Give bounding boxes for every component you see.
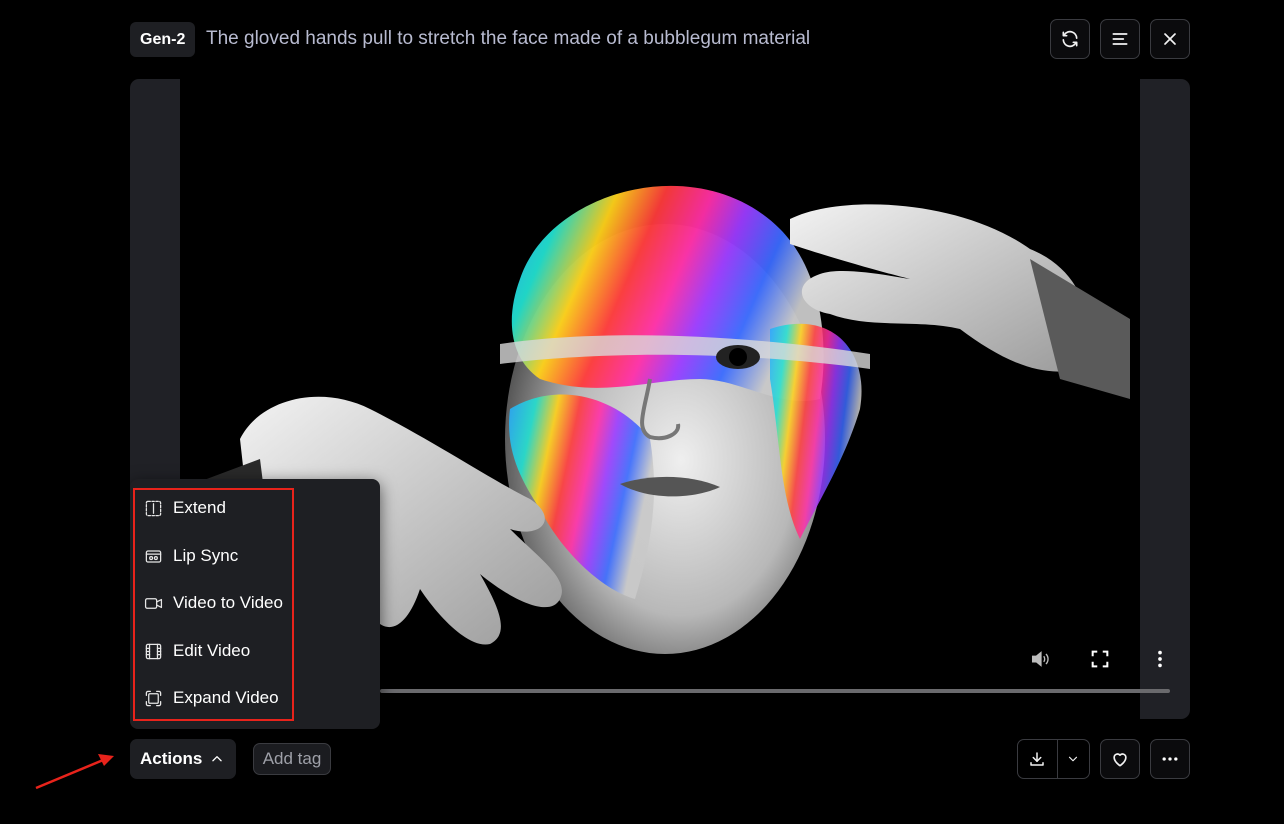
actions-button[interactable]: Actions bbox=[130, 739, 236, 779]
download-options-button[interactable] bbox=[1058, 740, 1089, 778]
download-button[interactable] bbox=[1018, 740, 1058, 778]
volume-icon bbox=[1031, 651, 1049, 667]
fullscreen-button[interactable] bbox=[1089, 648, 1111, 675]
fullscreen-icon bbox=[1091, 650, 1109, 668]
more-horizontal-icon bbox=[1162, 757, 1178, 761]
more-options-button[interactable] bbox=[1150, 739, 1190, 779]
add-tag-button[interactable]: Add tag bbox=[253, 743, 331, 775]
chevron-down-icon bbox=[1069, 756, 1078, 762]
chevron-up-icon bbox=[212, 756, 223, 762]
model-badge: Gen-2 bbox=[130, 22, 196, 57]
download-button-group bbox=[1017, 739, 1090, 779]
refresh-icon bbox=[1062, 30, 1078, 48]
actions-button-label: Actions bbox=[140, 749, 203, 768]
annotation-highlight-box bbox=[133, 488, 294, 721]
details-button[interactable] bbox=[1100, 19, 1140, 59]
more-vertical-icon bbox=[1158, 650, 1162, 668]
prompt-title: The gloved hands pull to stretch the fac… bbox=[206, 28, 811, 49]
align-left-icon bbox=[1112, 33, 1128, 45]
volume-button[interactable] bbox=[1029, 648, 1051, 675]
annotation-arrow-icon bbox=[35, 754, 114, 790]
close-icon bbox=[1164, 33, 1176, 45]
close-button[interactable] bbox=[1150, 19, 1190, 59]
video-progress-bar[interactable] bbox=[380, 689, 1170, 693]
refresh-button[interactable] bbox=[1050, 19, 1090, 59]
video-more-button[interactable] bbox=[1149, 648, 1171, 675]
favorite-button[interactable] bbox=[1100, 739, 1140, 779]
heart-icon bbox=[1113, 753, 1127, 767]
download-icon bbox=[1030, 752, 1045, 766]
